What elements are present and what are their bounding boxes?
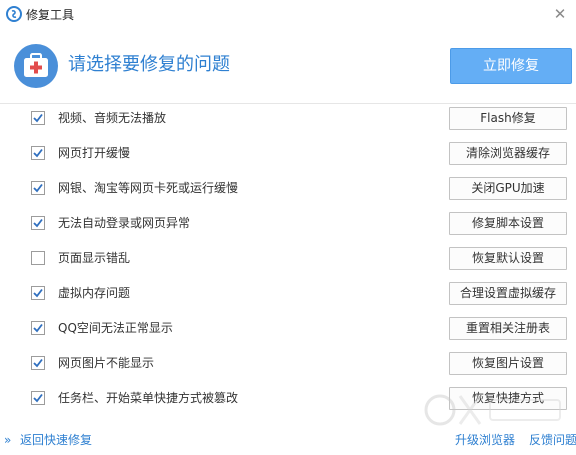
window-title: 修复工具	[26, 8, 75, 22]
double-chevron-icon: »	[4, 433, 12, 447]
issue-label: 网页图片不能显示	[58, 356, 155, 370]
issue-row: 无法自动登录或网页异常 修复脚本设置	[0, 210, 576, 245]
issue-action-button[interactable]: 修复脚本设置	[449, 212, 567, 235]
issue-checkbox[interactable]	[31, 216, 45, 230]
issue-action-button[interactable]: 关闭GPU加速	[449, 177, 567, 200]
issue-checkbox[interactable]	[31, 146, 45, 160]
issue-label: QQ空间无法正常显示	[58, 321, 173, 335]
header-divider	[0, 103, 576, 104]
header-prompt: 请选择要修复的问题	[68, 54, 230, 75]
checkmark-icon	[33, 218, 43, 228]
issue-row: 网银、淘宝等网页卡死或运行缓慢 关闭GPU加速	[0, 175, 576, 210]
checkmark-icon	[33, 323, 43, 333]
list-scrollbar[interactable]	[571, 105, 576, 417]
issue-action-button[interactable]: 恢复图片设置	[449, 352, 567, 375]
issue-row: QQ空间无法正常显示 重置相关注册表	[0, 315, 576, 350]
checkmark-icon	[33, 288, 43, 298]
issue-row: 网页打开缓慢 清除浏览器缓存	[0, 140, 576, 175]
checkmark-icon	[33, 183, 43, 193]
back-to-quick-fix-link[interactable]: 返回快速修复	[20, 433, 92, 447]
issue-row: 视频、音频无法播放 Flash修复	[0, 105, 576, 140]
app-logo-icon	[6, 6, 22, 22]
issue-label: 网银、淘宝等网页卡死或运行缓慢	[58, 181, 239, 195]
issue-label: 无法自动登录或网页异常	[58, 216, 191, 230]
repair-now-button[interactable]: 立即修复	[450, 48, 572, 84]
watermark-graphic	[424, 394, 561, 426]
issue-checkbox[interactable]	[31, 111, 45, 125]
issue-row: 网页图片不能显示 恢复图片设置	[0, 350, 576, 385]
title-bar: 修复工具 ✕	[0, 0, 576, 30]
medical-kit-icon	[14, 44, 58, 88]
checkmark-icon	[33, 148, 43, 158]
issue-list[interactable]: 视频、音频无法播放 Flash修复 网页打开缓慢 清除浏览器缓存 网银、淘宝等网…	[0, 105, 576, 417]
header: 请选择要修复的问题 立即修复	[0, 30, 576, 102]
issue-label: 任务栏、开始菜单快捷方式被篡改	[58, 391, 239, 405]
issue-action-button[interactable]: 清除浏览器缓存	[449, 142, 567, 165]
checkmark-icon	[33, 393, 43, 403]
close-button[interactable]: ✕	[550, 4, 570, 24]
issue-label: 网页打开缓慢	[58, 146, 131, 160]
issue-checkbox[interactable]	[31, 286, 45, 300]
checkmark-icon	[33, 113, 43, 123]
issue-checkbox[interactable]	[31, 181, 45, 195]
issue-label: 虚拟内存问题	[58, 286, 131, 300]
issue-label: 页面显示错乱	[58, 251, 131, 265]
issue-checkbox[interactable]	[31, 391, 45, 405]
issue-action-button[interactable]: 重置相关注册表	[449, 317, 567, 340]
issue-action-button[interactable]: 合理设置虚拟缓存	[449, 282, 567, 305]
checkmark-icon	[33, 358, 43, 368]
issue-checkbox[interactable]	[31, 321, 45, 335]
issue-label: 视频、音频无法播放	[58, 111, 167, 125]
issue-checkbox[interactable]	[31, 251, 45, 265]
issue-action-button[interactable]: 恢复默认设置	[449, 247, 567, 270]
issue-row: 页面显示错乱 恢复默认设置	[0, 245, 576, 280]
issue-checkbox[interactable]	[31, 356, 45, 370]
issue-action-button[interactable]: Flash修复	[449, 107, 567, 130]
issue-row: 虚拟内存问题 合理设置虚拟缓存	[0, 280, 576, 315]
